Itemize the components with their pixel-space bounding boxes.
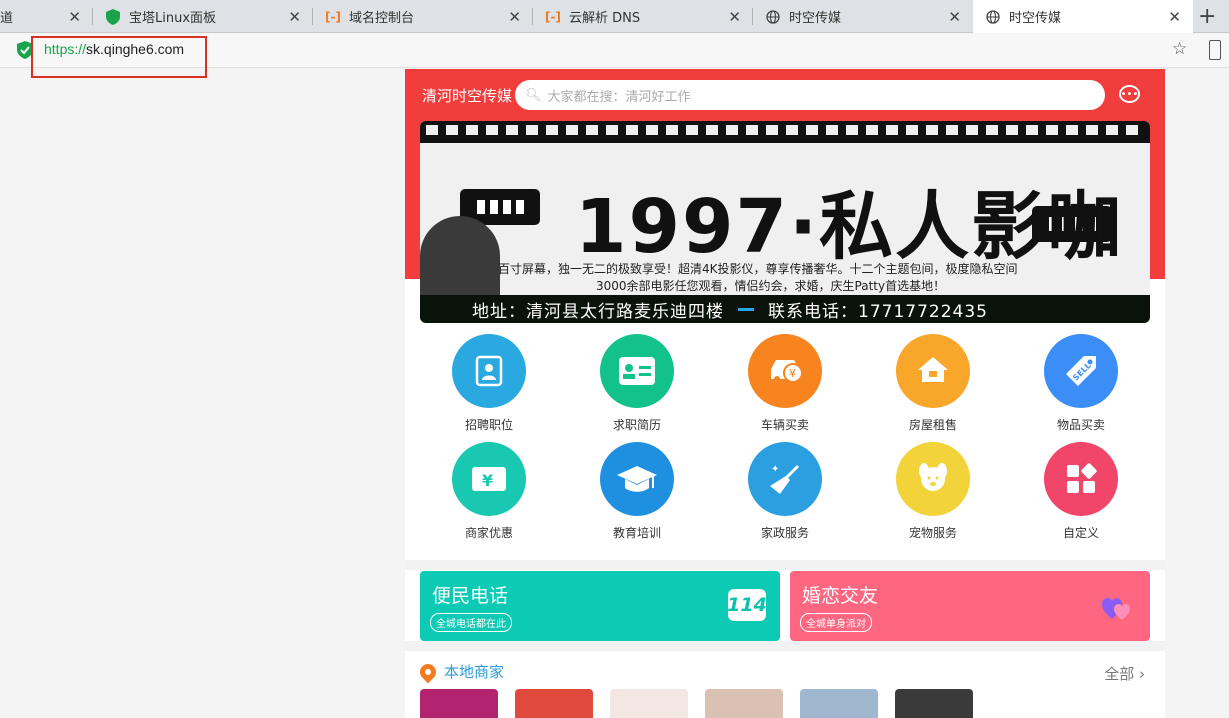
aliyun-icon: [-]	[545, 9, 561, 24]
category-housekeeping[interactable]: ✦ 家政服务	[725, 442, 845, 541]
close-icon[interactable]: ✕	[948, 8, 961, 26]
bookmark-star-icon[interactable]: ☆	[1172, 39, 1187, 59]
shield-icon	[105, 8, 121, 25]
close-icon[interactable]: ✕	[68, 8, 81, 26]
card-title: 婚恋交友	[802, 585, 879, 607]
location-pin-icon	[416, 660, 440, 683]
category-label: 自定义	[1062, 526, 1099, 540]
sell-tag-icon: SELL	[1044, 334, 1118, 408]
category-goods[interactable]: SELL 物品买卖	[1021, 334, 1141, 433]
banner-title: 1997·私人影咖	[575, 184, 1124, 270]
merchant-thumbnails	[420, 689, 1150, 718]
category-label: 家政服务	[760, 526, 809, 540]
search-placeholder: 大家都在搜：清河好工作	[547, 89, 691, 105]
tab-label: 时空传媒	[1009, 11, 1062, 26]
site-brand[interactable]: 清河时空传媒	[422, 85, 512, 106]
globe-icon	[985, 9, 1001, 25]
joker-image	[420, 216, 500, 300]
card-title: 便民电话	[432, 585, 509, 607]
merchant-thumb[interactable]	[610, 689, 688, 718]
card-phonebook[interactable]: 便民电话 全城电话都在此 114	[420, 571, 780, 641]
category-cars[interactable]: ¥ 车辆买卖	[725, 334, 845, 433]
category-label: 物品买卖	[1056, 418, 1105, 432]
card-subtitle: 全城单身派对	[800, 613, 872, 632]
tab-2[interactable]: [-] 域名控制台 ✕	[313, 0, 533, 33]
car-icon: ¥	[748, 334, 822, 408]
graduation-cap-icon	[600, 442, 674, 516]
category-housing[interactable]: 房屋租售	[873, 334, 993, 433]
category-label: 教育培训	[612, 526, 661, 540]
category-resume[interactable]: 求职简历	[577, 334, 697, 433]
merchant-thumb[interactable]	[800, 689, 878, 718]
banner-desc-2: 3000余部电影任您观看，情侣约会，求婚，庆生Patty首选基地！	[596, 279, 946, 293]
svg-text:¥: ¥	[482, 471, 493, 490]
tab-4[interactable]: 时空传媒 ✕	[753, 0, 973, 33]
browser-menu-icon[interactable]	[1209, 40, 1221, 60]
category-label: 商家优惠	[464, 526, 513, 540]
hearts-icon	[1102, 598, 1130, 620]
close-icon[interactable]: ✕	[1168, 8, 1181, 26]
card-subtitle: 全城电话都在此	[430, 613, 512, 632]
banner-address: 地址：清河县太行路麦乐迪四楼	[472, 301, 724, 322]
promo-banner[interactable]: 1997·私人影咖 百寸屏幕，独一无二的极致享受！超清4K投影仪，尊享传播奢华。…	[420, 121, 1150, 323]
globe-icon	[765, 9, 781, 25]
category-label: 求职简历	[612, 418, 661, 432]
tab-0[interactable]: 道 ✕	[0, 0, 93, 33]
new-tab-button[interactable]: +	[1198, 4, 1216, 29]
grid-icon	[1044, 442, 1118, 516]
search-input[interactable]: 🔍︎ 大家都在搜：清河好工作	[515, 80, 1105, 110]
svg-text:✦: ✦	[771, 464, 779, 475]
merchants-more-link[interactable]: 全部 ›	[1104, 663, 1145, 684]
category-label: 房屋租售	[908, 418, 957, 432]
merchant-thumb[interactable]	[895, 689, 973, 718]
tab-label: 宝塔Linux面板	[129, 11, 217, 26]
phone-114-icon: 114	[727, 589, 767, 621]
tab-3[interactable]: [-] 云解析 DNS ✕	[533, 0, 753, 33]
section-divider	[405, 641, 1165, 651]
search-icon: 🔍︎	[525, 87, 542, 103]
url-highlight-box	[31, 36, 207, 78]
close-icon[interactable]: ✕	[288, 8, 301, 26]
house-icon	[896, 334, 970, 408]
tab-label: 域名控制台	[349, 11, 415, 26]
divider	[738, 307, 754, 311]
banner-phone: 联系电话：17717722435	[768, 301, 988, 322]
merchant-thumb[interactable]	[515, 689, 593, 718]
category-label: 宠物服务	[908, 526, 957, 540]
banner-desc-1: 百寸屏幕，独一无二的极致享受！超清4K投影仪，尊享传播奢华。十二个主题包间，极度…	[498, 262, 1018, 276]
tab-label: 云解析 DNS	[569, 11, 641, 26]
merchants-header: 本地商家	[416, 660, 505, 683]
merchant-thumb[interactable]	[705, 689, 783, 718]
category-label: 招聘职位	[464, 418, 513, 432]
category-pets[interactable]: 宠物服务	[873, 442, 993, 541]
banner-address-strip: 地址：清河县太行路麦乐迪四楼 联系电话：17717722435	[420, 295, 1150, 323]
category-jobs[interactable]: 招聘职位	[429, 334, 549, 433]
dog-icon	[896, 442, 970, 516]
tab-1[interactable]: 宝塔Linux面板 ✕	[93, 0, 313, 33]
message-icon[interactable]: •••	[1119, 85, 1140, 103]
svg-text:¥: ¥	[789, 367, 796, 380]
category-custom[interactable]: 自定义	[1021, 442, 1141, 541]
id-card-icon	[600, 334, 674, 408]
section-divider	[405, 560, 1165, 570]
tab-bar: 道 ✕ 宝塔Linux面板 ✕ [-] 域名控制台 ✕ [-] 云解析 DNS …	[0, 0, 1229, 33]
film-strip-decoration	[420, 121, 1150, 143]
broom-icon: ✦	[748, 442, 822, 516]
close-icon[interactable]: ✕	[728, 8, 741, 26]
mobile-page: 清河时空传媒 🔍︎ 大家都在搜：清河好工作 ••• 1997·私人影咖 百寸屏幕…	[405, 69, 1165, 718]
category-deals[interactable]: ¥ 商家优惠	[429, 442, 549, 541]
aliyun-icon: [-]	[325, 9, 341, 24]
badge-icon	[452, 334, 526, 408]
tab-5-active[interactable]: 时空传媒 ✕	[973, 0, 1193, 33]
category-label: 车辆买卖	[760, 418, 809, 432]
merchants-title: 本地商家	[444, 663, 505, 681]
tab-label: 道	[0, 11, 14, 26]
card-dating[interactable]: 婚恋交友 全城单身派对	[790, 571, 1150, 641]
merchant-thumb[interactable]	[420, 689, 498, 718]
tab-label: 时空传媒	[789, 11, 842, 26]
coupon-icon: ¥	[452, 442, 526, 516]
category-education[interactable]: 教育培训	[577, 442, 697, 541]
close-icon[interactable]: ✕	[508, 8, 521, 26]
